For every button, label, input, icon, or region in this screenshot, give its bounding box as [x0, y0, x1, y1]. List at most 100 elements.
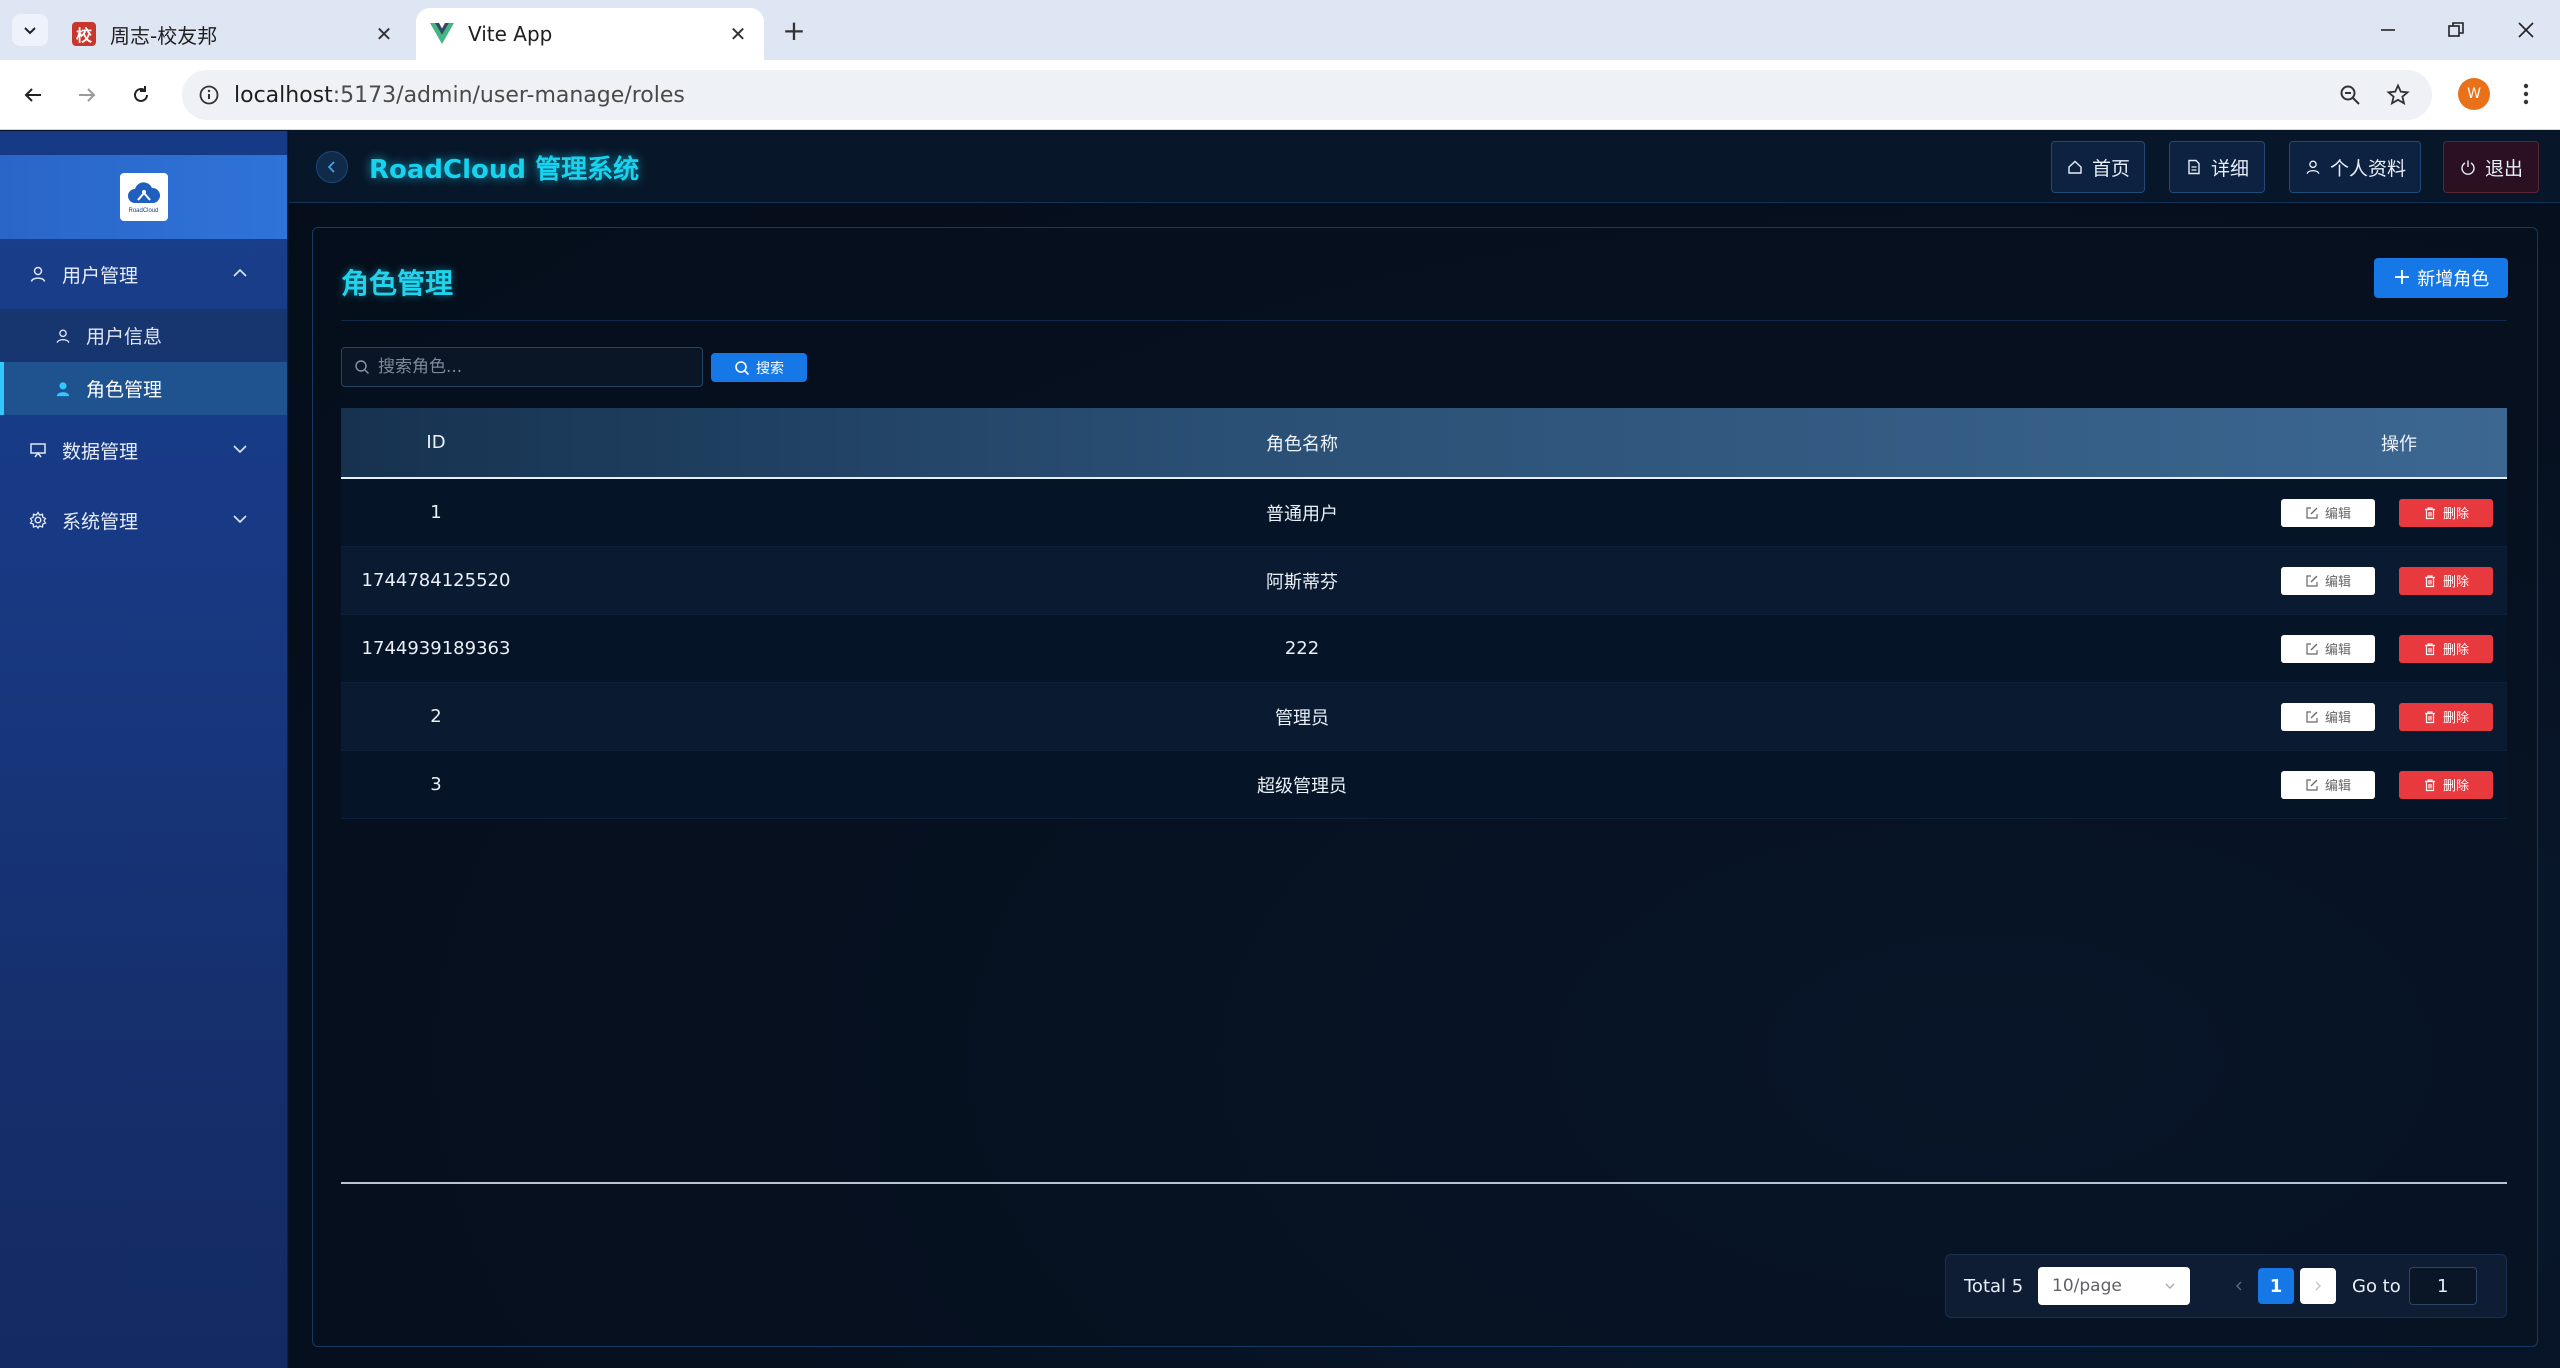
- edit-button[interactable]: 编辑: [2281, 634, 2375, 663]
- plus-icon: +: [2392, 265, 2412, 290]
- forward-button[interactable]: [68, 76, 106, 114]
- menu-group-system-management[interactable]: 系统管理: [0, 485, 287, 555]
- bookmark-star-icon[interactable]: [2382, 79, 2414, 111]
- trash-icon: [2423, 642, 2437, 656]
- chevron-down-icon: [24, 27, 36, 35]
- table-body: 1 普通用户 编辑 删除 1744784125520 阿斯蒂芬 编辑 删除 1744939189…: [341, 479, 2507, 819]
- panel-divider: [341, 320, 2507, 321]
- edit-label: 编辑: [2324, 779, 2351, 794]
- close-icon[interactable]: ✕: [724, 20, 752, 48]
- close-icon[interactable]: ✕: [370, 20, 398, 48]
- sidebar-item-role-management[interactable]: 角色管理: [0, 362, 287, 415]
- table-header: ID 角色名称 操作: [341, 408, 2507, 479]
- edit-icon: [2305, 778, 2319, 792]
- goto-page-input[interactable]: 1: [2408, 1267, 2477, 1305]
- logout-button-label: 退出: [2484, 157, 2523, 180]
- browser-tab-inactive[interactable]: 校 周志-校友邦 ✕: [60, 8, 410, 60]
- add-role-button[interactable]: + 新增角色: [2374, 258, 2508, 298]
- page-number-current[interactable]: 1: [2258, 1268, 2294, 1304]
- trash-icon: [2423, 710, 2437, 724]
- cell-actions: 编辑 删除: [2073, 702, 2507, 731]
- search-icon: [734, 360, 750, 376]
- delete-button[interactable]: 删除: [2399, 770, 2493, 799]
- tab-title: 周志-校友邦: [110, 23, 218, 48]
- cell-actions: 编辑 删除: [2073, 634, 2507, 663]
- logout-button[interactable]: 退出: [2443, 141, 2539, 193]
- delete-label: 删除: [2442, 575, 2469, 590]
- edit-icon: [2305, 710, 2319, 724]
- trash-icon: [2423, 574, 2437, 588]
- sidebar-item-user-info[interactable]: 用户信息: [0, 309, 287, 362]
- roles-panel: 角色管理 + 新增角色 搜索 ID 角色名称 操作 1普通用户编辑删除: [312, 227, 2538, 1347]
- search-icon: [354, 359, 370, 375]
- search-input[interactable]: [378, 357, 678, 377]
- delete-button[interactable]: 删除: [2399, 634, 2493, 663]
- arrow-left-icon: [24, 88, 41, 102]
- app-root: RoadCloud 用户管理 用户信息 角色管理 数据管理 系统管理 RoadC…: [0, 131, 2560, 1368]
- gear-icon: [28, 510, 48, 530]
- new-tab-button[interactable]: +: [776, 14, 812, 47]
- next-page-button[interactable]: [2300, 1268, 2336, 1304]
- logo-area: RoadCloud: [0, 155, 287, 239]
- pagination-total: Total 5: [1964, 1275, 2024, 1297]
- prev-page-button[interactable]: [2222, 1269, 2256, 1303]
- roles-table: ID 角色名称 操作 1 普通用户 编辑 删除 1744784125520 阿斯蒂芬 编辑删…: [341, 408, 2507, 819]
- reload-button[interactable]: [122, 76, 160, 114]
- pagination: Total 5 10/page 1 Go to 1: [1945, 1254, 2507, 1318]
- sidebar-top-strip: [0, 131, 287, 155]
- profile-button[interactable]: 个人资料: [2289, 141, 2421, 193]
- collapse-sidebar-button[interactable]: [316, 151, 348, 183]
- profile-button-label: 个人资料: [2329, 157, 2406, 180]
- search-box[interactable]: [341, 347, 703, 387]
- edit-icon: [2305, 642, 2319, 656]
- back-button[interactable]: [14, 76, 52, 114]
- tab-search-button[interactable]: [12, 14, 48, 46]
- close-window-button[interactable]: [2496, 10, 2556, 50]
- chevron-left-icon: [2236, 1281, 2242, 1291]
- edit-button[interactable]: 编辑: [2281, 566, 2375, 595]
- chevron-down-icon: [233, 515, 247, 524]
- sidebar: RoadCloud 用户管理 用户信息 角色管理 数据管理 系统管理: [0, 131, 288, 1368]
- delete-label: 删除: [2442, 711, 2469, 726]
- delete-button[interactable]: 删除: [2399, 498, 2493, 527]
- chevron-right-icon: [2315, 1281, 2321, 1291]
- menu-group-label: 数据管理: [62, 440, 139, 463]
- edit-button[interactable]: 编辑: [2281, 702, 2375, 731]
- menu-group-label: 用户管理: [62, 264, 139, 287]
- minimize-button[interactable]: [2358, 10, 2418, 50]
- cell-id: 2: [430, 706, 442, 727]
- goto-label: Go to: [2352, 1275, 2401, 1297]
- home-button[interactable]: 首页: [2051, 141, 2145, 193]
- delete-button[interactable]: 删除: [2399, 566, 2493, 595]
- power-icon: [2459, 158, 2477, 176]
- cell-actions: 编辑 删除: [2073, 770, 2507, 799]
- page-size-select[interactable]: 10/page: [2038, 1267, 2190, 1305]
- edit-icon: [2305, 574, 2319, 588]
- restore-button[interactable]: [2426, 10, 2486, 50]
- menu-group-data-management[interactable]: 数据管理: [0, 415, 287, 485]
- close-icon: [2518, 22, 2534, 38]
- app-header: RoadCloud 管理系统 首页 详细 个人资料 退出: [289, 131, 2560, 203]
- profile-avatar[interactable]: W: [2458, 78, 2490, 110]
- vue-logo-icon: [430, 22, 454, 46]
- add-role-label: 新增角色: [2417, 269, 2490, 290]
- user-icon: [54, 327, 72, 345]
- home-icon: [2066, 158, 2084, 176]
- minimize-icon: [2381, 29, 2395, 31]
- search-button[interactable]: 搜索: [711, 353, 807, 382]
- edit-button[interactable]: 编辑: [2281, 770, 2375, 799]
- menu-group-user-management[interactable]: 用户管理: [0, 239, 287, 309]
- address-bar[interactable]: localhost:5173/admin/user-manage/roles: [182, 70, 2432, 120]
- details-button[interactable]: 详细: [2169, 141, 2265, 193]
- site-info-icon[interactable]: [194, 80, 224, 110]
- cell-role-name: 管理员: [1275, 707, 1329, 729]
- cell-actions: 编辑 删除: [2073, 566, 2507, 595]
- edit-button[interactable]: 编辑: [2281, 498, 2375, 527]
- delete-button[interactable]: 删除: [2399, 702, 2493, 731]
- browser-menu-button[interactable]: [2508, 76, 2544, 112]
- column-header-actions: 操作: [2381, 433, 2417, 455]
- zoom-icon[interactable]: [2334, 79, 2366, 111]
- chevron-left-icon: [327, 161, 335, 173]
- edit-icon: [2305, 506, 2319, 520]
- browser-tab-active[interactable]: Vite App ✕: [416, 8, 764, 60]
